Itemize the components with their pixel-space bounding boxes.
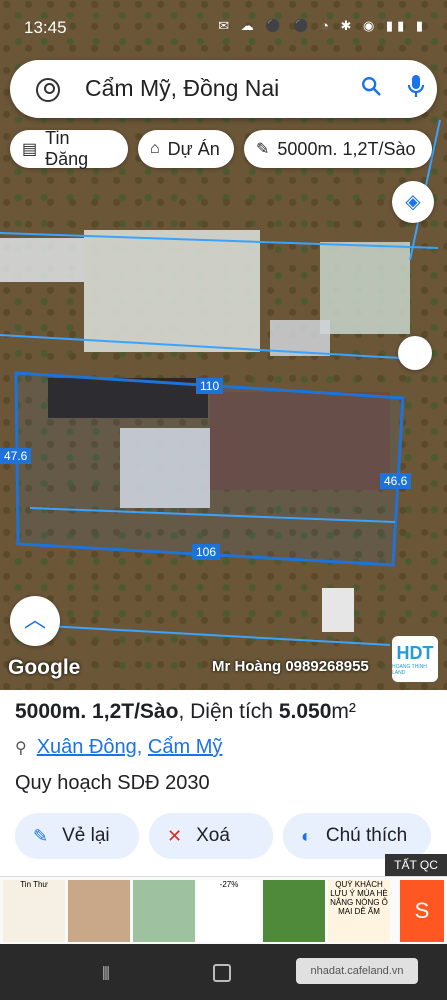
contrast-icon: ◐ <box>301 825 312 846</box>
ad-tile-text: QUÝ KHÁCH LƯU Ý MÙA HÈ NẮNG NÓNG Ô MAI D… <box>330 880 388 916</box>
brand-logo: HDT HOANG THINH LAND <box>392 636 438 682</box>
search-icon[interactable] <box>360 75 382 103</box>
chip-du-an[interactable]: ⌂ Dự Án <box>138 130 234 168</box>
shopee-icon[interactable]: S <box>400 880 444 942</box>
chip-label: Tin Đăng <box>45 128 89 169</box>
search-bar[interactable]: Cẩm Mỹ, Đồng Nai <box>10 60 437 118</box>
listing-description: Quy hoạch SDĐ 2030 <box>15 772 210 794</box>
ruler-icon: ✎ <box>256 141 270 158</box>
redraw-label: Vẻ lại <box>62 825 110 846</box>
title-area-value: 5.050 <box>278 700 332 723</box>
brand-logo-name: HOANG THINH LAND <box>392 663 427 676</box>
location-separator: , <box>136 736 148 758</box>
owner-contact: Mr Hoàng 0989268955 <box>212 658 369 675</box>
location-link-xuan-dong[interactable]: Xuân Đông <box>37 736 137 758</box>
expand-up-button[interactable]: ︿ <box>10 596 60 646</box>
location-pin-icon: ⚲ <box>15 740 27 757</box>
redraw-button[interactable]: ✎ Vẻ lại <box>15 813 139 859</box>
title-area-unit: m² <box>331 700 356 723</box>
layers-button[interactable]: ◈ <box>392 181 434 223</box>
ad-tile[interactable] <box>263 880 325 942</box>
chip-tin-dang[interactable]: ▤ Tin Đăng <box>10 128 128 169</box>
building <box>84 230 260 352</box>
status-time: 13:45 <box>24 18 67 37</box>
building-icon: ⌂ <box>150 140 160 157</box>
building <box>320 242 410 334</box>
list-icon: ▤ <box>22 141 38 158</box>
chip-label: Dự Án <box>167 138 220 159</box>
account-icon[interactable] <box>36 78 60 102</box>
layers-icon: ◈ <box>405 191 421 213</box>
chip-listing[interactable]: ✎ 5000m. 1,2T/Sào <box>244 130 432 168</box>
dimension-label-right: 46.6 <box>380 473 412 489</box>
brand-logo-mark: HDT <box>396 642 434 663</box>
building <box>322 588 354 632</box>
ad-tile[interactable]: -27% <box>198 880 260 942</box>
location-link-cam-my[interactable]: Cẩm Mỹ <box>148 736 222 758</box>
annotate-label: Chú thích <box>325 825 408 846</box>
ad-tile-text: -27% <box>219 880 239 889</box>
building <box>0 238 84 282</box>
ad-tile[interactable] <box>133 880 195 942</box>
chip-label: 5000m. 1,2T/Sào <box>277 138 416 159</box>
title-area-label: , Diện tích <box>178 700 279 723</box>
dimension-label-bottom: 106 <box>192 544 221 560</box>
chevron-up-icon: ︿ <box>23 607 46 632</box>
delete-button[interactable]: ✕ Xoá <box>149 813 273 859</box>
delete-label: Xoá <box>196 825 230 846</box>
close-ad-button[interactable]: TẤT QC <box>385 854 447 876</box>
annotate-button[interactable]: ◐ Chú thích <box>283 813 431 859</box>
dimension-label-top: 110 <box>196 378 224 394</box>
status-icons: ✉ ☁ ⚫ ⚫ ◔ ✱ ◉ ▮▮ ▮ <box>218 18 427 33</box>
search-query[interactable]: Cẩm Mỹ, Đồng Nai <box>85 75 279 102</box>
mic-icon[interactable] <box>406 74 426 106</box>
ad-tile[interactable]: Tin Thư <box>3 880 65 942</box>
close-icon: ✕ <box>167 825 183 846</box>
dimension-label-left: 47.6 <box>0 448 32 464</box>
map-handle[interactable] <box>398 336 432 370</box>
listing-location: ⚲ Xuân Đông, Cẩm Mỹ <box>15 736 222 759</box>
ad-tile[interactable]: QUÝ KHÁCH LƯU Ý MÙA HÈ NẮNG NÓNG Ô MAI D… <box>328 880 390 942</box>
selected-parcel[interactable] <box>14 371 405 567</box>
ad-tile-text: Tin Thư <box>20 880 48 889</box>
listing-title: 5000m. 1,2T/Sào, Diện tích 5.050m² <box>15 700 356 724</box>
title-price: 5000m. 1,2T/Sào <box>15 700 179 723</box>
ad-tile[interactable] <box>68 880 130 942</box>
recent-apps-icon[interactable]: ⦀ <box>102 964 110 985</box>
watermark: nhadat.cafeland.vn <box>296 958 418 984</box>
home-icon[interactable] <box>213 964 231 982</box>
google-logo: Google <box>8 656 81 679</box>
pencil-ruler-icon: ✎ <box>33 825 49 846</box>
status-bar: 13:45 ✉ ☁ ⚫ ⚫ ◔ ✱ ◉ ▮▮ ▮ <box>0 0 447 52</box>
